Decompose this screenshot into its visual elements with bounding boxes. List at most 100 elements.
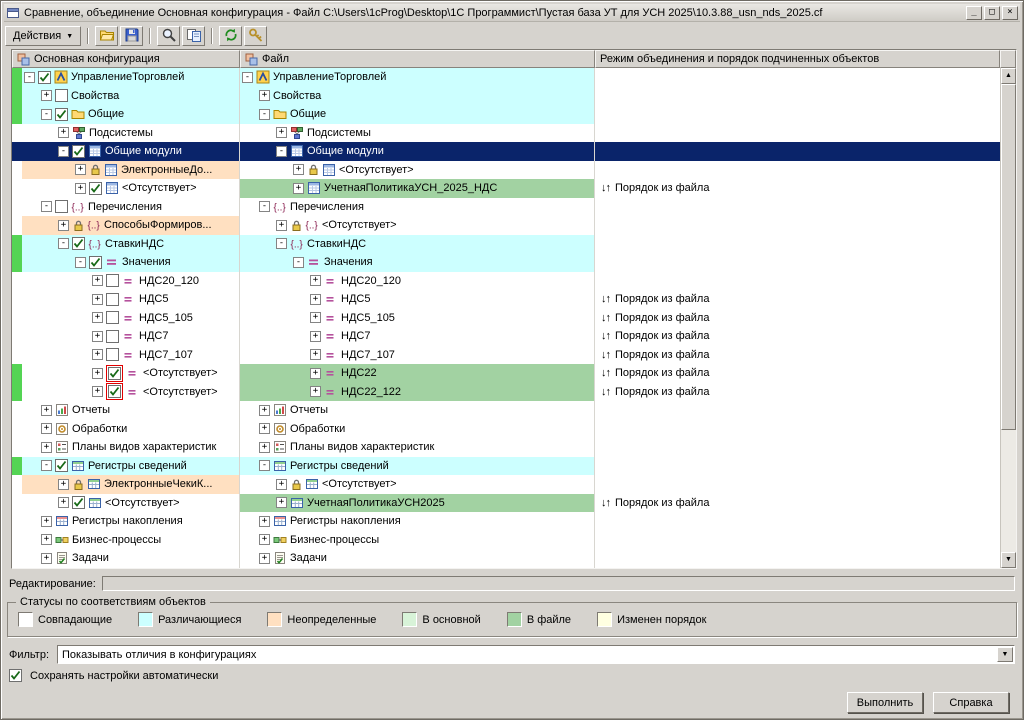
- vertical-scrollbar[interactable]: ▲ ▼: [1000, 68, 1016, 568]
- scroll-up-button[interactable]: ▲: [1001, 68, 1016, 84]
- tree-row[interactable]: -Значения-Значения: [12, 253, 1000, 272]
- main-config-cell[interactable]: +Обработки: [22, 420, 240, 439]
- merge-checkbox[interactable]: [106, 293, 119, 306]
- file-cell[interactable]: +Обработки: [240, 420, 595, 439]
- tree-row[interactable]: +Регистры накопления+Регистры накопления: [12, 512, 1000, 531]
- tree-row[interactable]: +НДС7_107+НДС7_107↓↑Порядок из файла: [12, 346, 1000, 365]
- actions-menu-button[interactable]: Действия ▼: [5, 26, 81, 46]
- edit-field[interactable]: [102, 576, 1015, 591]
- main-config-cell[interactable]: +<Отсутствует>: [22, 364, 240, 383]
- file-cell[interactable]: +Планы видов характеристик: [240, 438, 595, 457]
- expand-icon[interactable]: +: [259, 553, 270, 564]
- execute-button[interactable]: Выполнить: [847, 692, 923, 713]
- tree-row[interactable]: +Отчеты+Отчеты: [12, 401, 1000, 420]
- help-button[interactable]: Справка: [933, 692, 1009, 713]
- tree-row[interactable]: +<Отсутствует>+УчетнаяПолитикаУСН_2025_Н…: [12, 179, 1000, 198]
- expand-icon[interactable]: +: [75, 164, 86, 175]
- expand-icon[interactable]: +: [276, 497, 287, 508]
- file-cell[interactable]: +НДС5_105: [240, 309, 595, 328]
- expand-icon[interactable]: +: [310, 294, 321, 305]
- update-composition-button[interactable]: [182, 26, 205, 46]
- file-cell[interactable]: +НДС22_122: [240, 383, 595, 402]
- file-cell[interactable]: -Регистры сведений: [240, 457, 595, 476]
- tree-row[interactable]: -Регистры сведений-Регистры сведений: [12, 457, 1000, 476]
- collapse-icon[interactable]: -: [41, 201, 52, 212]
- tree-row[interactable]: +Планы видов характеристик+Планы видов х…: [12, 438, 1000, 457]
- merge-checkbox[interactable]: [55, 108, 68, 121]
- expand-icon[interactable]: +: [92, 312, 103, 323]
- tree-row[interactable]: +<Отсутствует>+НДС22_122↓↑Порядок из фай…: [12, 383, 1000, 402]
- main-config-cell[interactable]: +НДС5_105: [22, 309, 240, 328]
- merge-checkbox[interactable]: [106, 348, 119, 361]
- main-config-cell[interactable]: +НДС7: [22, 327, 240, 346]
- collapse-icon[interactable]: -: [259, 460, 270, 471]
- merge-checkbox[interactable]: [106, 330, 119, 343]
- expand-icon[interactable]: +: [41, 423, 52, 434]
- expand-icon[interactable]: +: [259, 423, 270, 434]
- minimize-button[interactable]: _: [966, 6, 982, 20]
- file-cell[interactable]: -{..}СтавкиНДС: [240, 235, 595, 254]
- expand-icon[interactable]: +: [92, 368, 103, 379]
- tree-row[interactable]: -{..}СтавкиНДС-{..}СтавкиНДС: [12, 235, 1000, 254]
- filter-dropdown-button[interactable]: ▼: [997, 647, 1013, 662]
- tree-row[interactable]: +Свойства+Свойства: [12, 87, 1000, 106]
- expand-icon[interactable]: +: [276, 220, 287, 231]
- open-file-button[interactable]: [95, 26, 118, 46]
- main-config-cell[interactable]: +НДС5: [22, 290, 240, 309]
- expand-icon[interactable]: +: [58, 220, 69, 231]
- expand-icon[interactable]: +: [75, 183, 86, 194]
- main-config-cell[interactable]: +НДС7_107: [22, 346, 240, 365]
- maximize-button[interactable]: □: [984, 6, 1000, 20]
- merge-checkbox[interactable]: [89, 182, 102, 195]
- merge-checkbox[interactable]: [106, 311, 119, 324]
- main-config-cell[interactable]: +<Отсутствует>: [22, 179, 240, 198]
- scrollbar-thumb[interactable]: [1001, 84, 1016, 430]
- merge-checkbox[interactable]: [38, 71, 51, 84]
- tree-row[interactable]: +Обработки+Обработки: [12, 420, 1000, 439]
- tree-row[interactable]: +<Отсутствует>+УчетнаяПолитикаУСН2025↓↑П…: [12, 494, 1000, 513]
- expand-icon[interactable]: +: [310, 349, 321, 360]
- file-cell[interactable]: +<Отсутствует>: [240, 475, 595, 494]
- tree-row[interactable]: +НДС5_105+НДС5_105↓↑Порядок из файла: [12, 309, 1000, 328]
- expand-icon[interactable]: +: [259, 534, 270, 545]
- collapse-icon[interactable]: -: [259, 109, 270, 120]
- main-config-cell[interactable]: -{..}СтавкиНДС: [22, 235, 240, 254]
- file-cell[interactable]: +Бизнес-процессы: [240, 531, 595, 550]
- refresh-button[interactable]: [219, 26, 242, 46]
- main-config-cell[interactable]: +Свойства: [22, 87, 240, 106]
- collapse-icon[interactable]: -: [58, 238, 69, 249]
- tree-row[interactable]: +ЭлектронныеЧекиК...+<Отсутствует>: [12, 475, 1000, 494]
- main-config-cell[interactable]: +<Отсутствует>: [22, 494, 240, 513]
- collapse-icon[interactable]: -: [58, 146, 69, 157]
- main-config-cell[interactable]: +Бизнес-процессы: [22, 531, 240, 550]
- expand-icon[interactable]: +: [310, 386, 321, 397]
- compare-settings-button[interactable]: [157, 26, 180, 46]
- file-cell[interactable]: +УчетнаяПолитикаУСН_2025_НДС: [240, 179, 595, 198]
- tree-row[interactable]: -{..}Перечисления-{..}Перечисления: [12, 198, 1000, 217]
- collapse-icon[interactable]: -: [41, 460, 52, 471]
- tree-row[interactable]: +Задачи+Задачи: [12, 549, 1000, 568]
- tree-row[interactable]: +{..}СпособыФормиров...+{..}<Отсутствует…: [12, 216, 1000, 235]
- main-config-cell[interactable]: +{..}СпособыФормиров...: [22, 216, 240, 235]
- merge-checkbox[interactable]: [108, 385, 121, 398]
- expand-icon[interactable]: +: [41, 405, 52, 416]
- expand-icon[interactable]: +: [92, 386, 103, 397]
- file-cell[interactable]: +НДС22: [240, 364, 595, 383]
- main-config-cell[interactable]: -УправлениеТорговлей: [22, 68, 240, 87]
- expand-icon[interactable]: +: [259, 516, 270, 527]
- tree-row[interactable]: +Подсистемы+Подсистемы: [12, 124, 1000, 143]
- main-config-cell[interactable]: -Значения: [22, 253, 240, 272]
- main-config-cell[interactable]: +Подсистемы: [22, 124, 240, 143]
- merge-checkbox[interactable]: [108, 367, 121, 380]
- scroll-down-button[interactable]: ▼: [1001, 552, 1016, 568]
- expand-icon[interactable]: +: [310, 368, 321, 379]
- merge-checkbox[interactable]: [72, 145, 85, 158]
- collapse-icon[interactable]: -: [41, 109, 52, 120]
- protection-button[interactable]: [244, 26, 267, 46]
- merge-checkbox[interactable]: [72, 237, 85, 250]
- merge-checkbox[interactable]: [106, 274, 119, 287]
- tree-row[interactable]: -Общие модули-Общие модули: [12, 142, 1000, 161]
- expand-icon[interactable]: +: [276, 127, 287, 138]
- expand-icon[interactable]: +: [259, 442, 270, 453]
- expand-icon[interactable]: +: [276, 479, 287, 490]
